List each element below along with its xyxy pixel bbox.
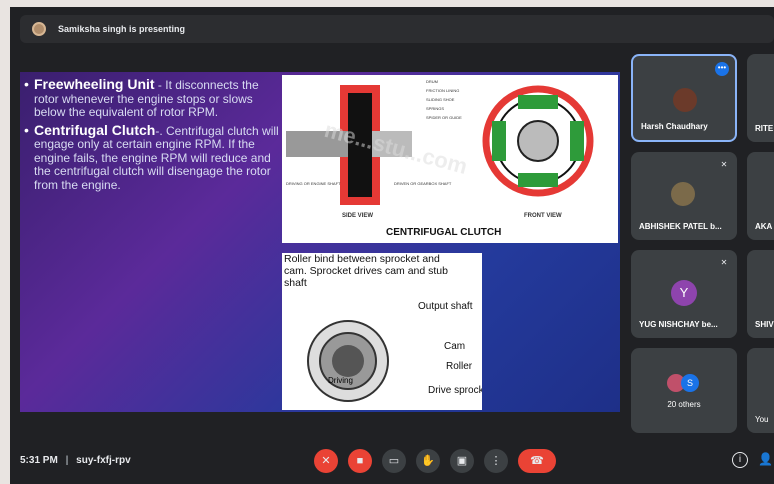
label-springs: SPRINGS <box>426 106 444 111</box>
stub-shaft <box>332 345 364 377</box>
presenter-avatar <box>32 22 46 36</box>
label-driving: Driving <box>328 376 353 385</box>
avatar: Y <box>671 280 697 306</box>
present-icon: ▣ <box>456 455 468 467</box>
participant-tile-abhishek[interactable]: ✕ ABHISHEK PATEL b... <box>631 152 737 240</box>
hand-icon: ✋ <box>421 455 435 467</box>
captions-icon: ▭ <box>388 455 400 467</box>
people-button[interactable]: 👤 <box>758 452 773 466</box>
clock: 5:31 PM <box>20 455 58 466</box>
raise-hand-button[interactable]: ✋ <box>416 449 440 473</box>
bullet-freewheeling: • Freewheeling Unit - It disconnects the… <box>24 76 280 120</box>
participant-name: Harsh Chaudhary <box>641 122 708 131</box>
shoe <box>570 121 584 161</box>
meeting-code: suy-fxfj-rpv <box>76 455 131 466</box>
more-vert-icon: ⋮ <box>490 455 502 467</box>
mic-off-icon: ✕ <box>321 455 331 467</box>
avatar <box>673 88 697 112</box>
bullet-dot: • <box>24 76 29 92</box>
clutch-title: CENTRIFUGAL CLUTCH <box>386 227 501 238</box>
mic-off-button[interactable]: ✕ <box>314 449 338 473</box>
label-spider: SPIDER OR GUIDE <box>426 115 462 120</box>
captions-button[interactable]: ▭ <box>382 449 406 473</box>
label-shoe: SLIDING SHOE <box>426 97 455 102</box>
meeting-info: 5:31 PM | suy-fxfj-rpv <box>20 455 131 466</box>
shared-slide: • Freewheeling Unit - It disconnects the… <box>20 72 620 412</box>
label-driven-shaft: DRIVEN OR GEARBOX SHAFT <box>394 181 452 186</box>
label-output-shaft: Output shaft <box>418 301 473 312</box>
shoe <box>492 121 506 161</box>
participant-tile-self[interactable]: You <box>747 348 774 433</box>
label-driving-shaft: DRIVING OR ENGINE SHAFT <box>286 181 341 186</box>
more-options-icon[interactable]: ••• <box>715 62 729 76</box>
roller-diagram: Roller bind between sprocket and cam. Sp… <box>284 253 492 402</box>
participant-name: RITE <box>755 124 774 133</box>
participant-name: 20 others <box>667 400 701 409</box>
label-front-view: FRONT VIEW <box>524 213 562 219</box>
clutch-figure: DRUM FRICTION LINING SLIDING SHOE SPRING… <box>282 75 618 243</box>
camera-off-icon: ■ <box>356 455 364 467</box>
participant-name: SHIV <box>755 320 774 329</box>
info-button[interactable]: i <box>732 452 748 468</box>
bullet-centrifugal: • Centrifugal Clutch-. Centrifugal clutc… <box>24 121 280 193</box>
hub-front <box>517 120 559 162</box>
presenter-text: Samiksha singh is presenting <box>58 24 186 34</box>
participant-name: YUG NISHCHAY be... <box>639 320 718 329</box>
slide-text: • Freewheeling Unit - It disconnects the… <box>24 76 280 196</box>
mic-off-icon: ✕ <box>720 258 728 267</box>
label-drum: DRUM <box>426 79 438 84</box>
avatar: S <box>681 374 699 392</box>
participant-tile[interactable]: SHIV <box>747 250 774 338</box>
participant-name: You <box>755 415 769 424</box>
bullet-dot: • <box>24 121 29 138</box>
participant-name: ABHISHEK PATEL b... <box>639 222 722 231</box>
avatar <box>671 182 695 206</box>
meet-window: Samiksha singh is presenting • Freewheel… <box>10 7 774 484</box>
label-side-view: SIDE VIEW <box>342 213 373 219</box>
participant-name: AKA <box>755 222 773 231</box>
separator: | <box>65 455 69 466</box>
present-button[interactable]: ▣ <box>450 449 474 473</box>
participant-tile[interactable]: AKA <box>747 152 774 240</box>
bullet-head: Freewheeling Unit <box>34 76 155 92</box>
camera-off-button[interactable]: ■ <box>348 449 372 473</box>
leave-call-button[interactable]: ☎ <box>518 449 556 473</box>
bullet-head: Centrifugal Clutch <box>34 121 156 138</box>
presenter-banner: Samiksha singh is presenting <box>20 15 774 43</box>
participant-tile-yug[interactable]: ✕ Y YUG NISHCHAY be... <box>631 250 737 338</box>
roller-figure: Roller bind between sprocket and cam. Sp… <box>282 253 492 410</box>
participant-tile[interactable]: RITE <box>747 54 774 142</box>
people-icon: 👤 <box>758 452 773 466</box>
mic-off-icon: ✕ <box>720 160 728 169</box>
participant-tile-harsh[interactable]: ••• Harsh Chaudhary <box>631 54 737 142</box>
shoe <box>518 173 558 187</box>
bottom-bar: 5:31 PM | suy-fxfj-rpv ✕ ■ ▭ ✋ ▣ ⋮ ☎ i 👤 <box>10 439 774 484</box>
label-cam: Cam <box>444 341 465 352</box>
more-options-button[interactable]: ⋮ <box>484 449 508 473</box>
shoe <box>518 95 558 109</box>
info-icon: i <box>738 454 742 465</box>
hang-up-icon: ☎ <box>530 455 544 467</box>
roller-caption: Roller bind between sprocket and cam. Sp… <box>284 253 448 289</box>
label-drive-sprocket: Drive sprocket <box>428 385 482 396</box>
participant-tile-others[interactable]: S 20 others <box>631 348 737 433</box>
clutch-diagram: DRUM FRICTION LINING SLIDING SHOE SPRING… <box>286 79 594 238</box>
label-friction: FRICTION LINING <box>426 88 459 93</box>
label-roller: Roller <box>446 361 473 372</box>
